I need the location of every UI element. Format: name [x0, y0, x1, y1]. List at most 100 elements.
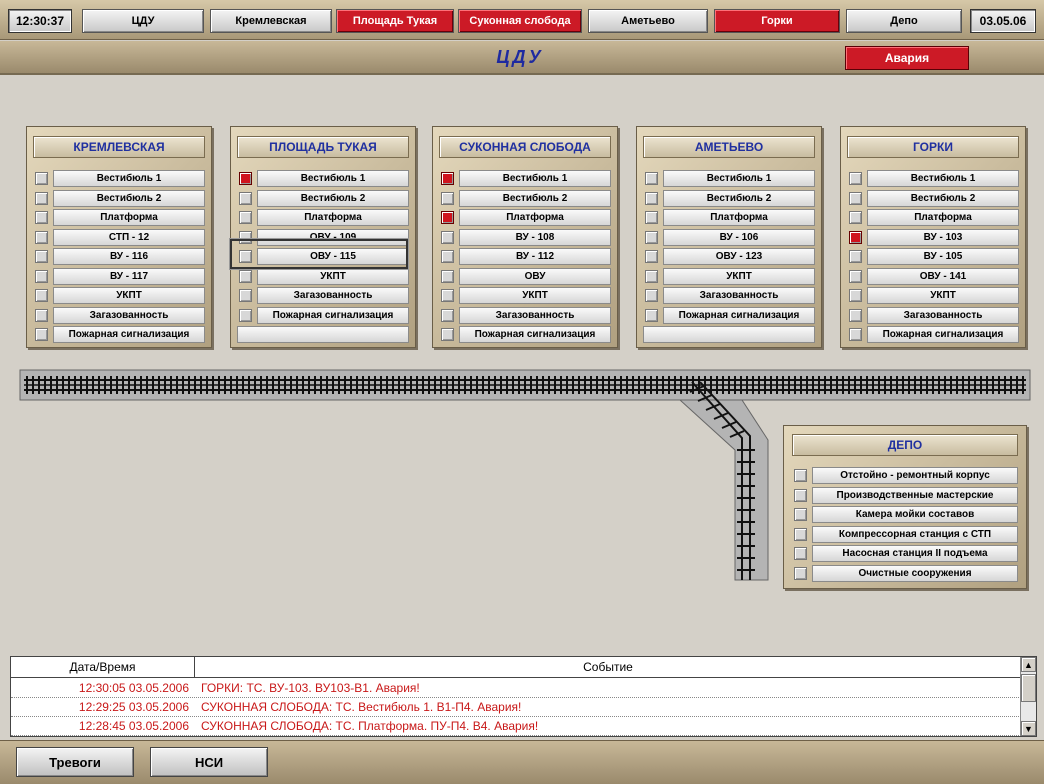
station-item-label[interactable]: Загазованность	[53, 306, 205, 324]
station-item-label[interactable]: Загазованность	[867, 306, 1019, 324]
station-item[interactable]: Загазованность	[237, 286, 409, 306]
station-item-label[interactable]: УКПТ	[663, 267, 815, 285]
station-item[interactable]: ВУ - 106	[643, 228, 815, 248]
depot-item[interactable]: Насосная станция II подъема	[792, 544, 1018, 564]
station-item[interactable]: Вестибюль 1	[439, 169, 611, 189]
depot-item-label[interactable]: Камера мойки составов	[812, 506, 1018, 523]
depot-item[interactable]: Камера мойки составов	[792, 505, 1018, 525]
tab-ploshchad-tukaya[interactable]: Площадь Тукая	[336, 9, 454, 33]
station-item-label[interactable]: СТП - 12	[53, 228, 205, 246]
station-item-label[interactable]: Вестибюль 1	[53, 170, 205, 187]
station-item-label[interactable]: Вестибюль 2	[459, 189, 611, 207]
station-item-label[interactable]	[643, 326, 815, 343]
station-item-label[interactable]: Вестибюль 2	[867, 189, 1019, 207]
station-item-label[interactable]: Платформа	[53, 209, 205, 226]
station-item-label[interactable]: Загазованность	[663, 287, 815, 304]
station-item[interactable]: Вестибюль 2	[847, 189, 1019, 209]
station-item[interactable]: ВУ - 108	[439, 228, 611, 248]
station-item[interactable]: ВУ - 105	[847, 247, 1019, 267]
station-item-label[interactable]: Пожарная сигнализация	[663, 306, 815, 324]
station-item[interactable]: Вестибюль 1	[33, 169, 205, 189]
tab-sukonnaya-sloboda[interactable]: Суконная слобода	[458, 9, 582, 33]
station-item[interactable]: Пожарная сигнализация	[847, 325, 1019, 345]
station-item-label[interactable]: УКПТ	[257, 267, 409, 285]
station-item[interactable]: Загазованность	[439, 306, 611, 326]
station-item[interactable]: ВУ - 103	[847, 228, 1019, 248]
station-item-label[interactable]: Платформа	[257, 209, 409, 226]
station-item[interactable]: Пожарная сигнализация	[33, 325, 205, 345]
station-item-label[interactable]: ОВУ - 141	[867, 267, 1019, 285]
station-item[interactable]: Загазованность	[643, 286, 815, 306]
station-item[interactable]: Вестибюль 1	[237, 169, 409, 189]
station-item[interactable]: СТП - 12	[33, 228, 205, 248]
tab-kremlevskaya[interactable]: Кремлевская	[210, 9, 332, 33]
station-item-label[interactable]: Вестибюль 2	[257, 189, 409, 207]
alarm-button[interactable]: Авария	[845, 46, 969, 70]
station-item-label[interactable]: Вестибюль 2	[53, 189, 205, 207]
depot-item[interactable]: Очистные сооружения	[792, 564, 1018, 584]
log-col-event[interactable]: Событие	[195, 657, 1021, 677]
depot-item-label[interactable]: Компрессорная станция с СТП	[812, 525, 1018, 543]
station-item-label[interactable]: Платформа	[663, 209, 815, 226]
depot-item-label[interactable]: Очистные сооружения	[812, 564, 1018, 582]
station-item[interactable]	[643, 325, 815, 345]
station-item-label[interactable]: Пожарная сигнализация	[459, 326, 611, 343]
station-item-label[interactable]: ВУ - 103	[867, 228, 1019, 246]
station-item[interactable]: ВУ - 112	[439, 247, 611, 267]
station-item[interactable]: ВУ - 116	[33, 247, 205, 267]
log-col-time[interactable]: Дата/Время	[11, 657, 195, 677]
station-item[interactable]: УКПТ	[847, 286, 1019, 306]
station-item-label[interactable]: УКПТ	[53, 287, 205, 304]
station-item[interactable]: Платформа	[33, 208, 205, 228]
depot-item[interactable]: Компрессорная станция с СТП	[792, 525, 1018, 545]
station-title[interactable]: АМЕТЬЕВО	[643, 136, 815, 158]
depot-item-label[interactable]: Производственные мастерские	[812, 486, 1018, 504]
depot-item-label[interactable]: Отстойно - ремонтный корпус	[812, 467, 1018, 484]
station-item[interactable]: ВУ - 117	[33, 267, 205, 287]
station-item[interactable]: Вестибюль 2	[643, 189, 815, 209]
depot-item-label[interactable]: Насосная станция II подъема	[812, 545, 1018, 562]
station-item-label[interactable]: Пожарная сигнализация	[53, 326, 205, 343]
station-item[interactable]: ОВУ	[439, 267, 611, 287]
station-item[interactable]: Платформа	[643, 208, 815, 228]
station-item-label[interactable]: Пожарная сигнализация	[257, 306, 409, 324]
nsi-button[interactable]: НСИ	[150, 747, 268, 777]
station-item-label[interactable]: ВУ - 106	[663, 228, 815, 246]
log-scrollbar[interactable]: ▲ ▼	[1020, 657, 1036, 736]
station-item-label[interactable]: Загазованность	[459, 306, 611, 324]
station-item[interactable]: Вестибюль 2	[33, 189, 205, 209]
station-title[interactable]: СУКОННАЯ СЛОБОДА	[439, 136, 611, 158]
station-item[interactable]: УКПТ	[33, 286, 205, 306]
station-item-label[interactable]	[237, 326, 409, 343]
station-item-label[interactable]: ОВУ - 123	[663, 248, 815, 265]
tab-ametyevo[interactable]: Аметьево	[588, 9, 708, 33]
station-item-label[interactable]: ОВУ	[459, 267, 611, 285]
station-title[interactable]: КРЕМЛЕВСКАЯ	[33, 136, 205, 158]
station-item-label[interactable]: Платформа	[867, 209, 1019, 226]
station-item-label[interactable]: ВУ - 105	[867, 248, 1019, 265]
station-item[interactable]: Вестибюль 2	[237, 189, 409, 209]
alarms-button[interactable]: Тревоги	[16, 747, 134, 777]
station-item-label[interactable]: Пожарная сигнализация	[867, 326, 1019, 343]
station-item-label[interactable]: УКПТ	[459, 287, 611, 304]
station-item-label[interactable]: ВУ - 117	[53, 267, 205, 285]
station-item-label[interactable]: Загазованность	[257, 287, 409, 304]
tab-depo[interactable]: Депо	[846, 9, 962, 33]
station-item-label[interactable]: ВУ - 108	[459, 228, 611, 246]
station-item-label[interactable]: УКПТ	[867, 287, 1019, 304]
station-item[interactable]: Пожарная сигнализация	[237, 306, 409, 326]
station-item-label[interactable]: Платформа	[459, 209, 611, 226]
tab-gorki[interactable]: Горки	[714, 9, 840, 33]
station-item[interactable]: УКПТ	[439, 286, 611, 306]
station-item[interactable]: ОВУ - 123	[643, 247, 815, 267]
station-item[interactable]: ОВУ - 141	[847, 267, 1019, 287]
station-item[interactable]: Загазованность	[847, 306, 1019, 326]
scroll-down-icon[interactable]: ▼	[1021, 721, 1036, 736]
station-item-label[interactable]: Вестибюль 1	[257, 170, 409, 187]
station-item-label[interactable]: Вестибюль 2	[663, 189, 815, 207]
log-row[interactable]: 12:28:45 03.05.2006 СУКОННАЯ СЛОБОДА: ТС.…	[11, 717, 1021, 736]
station-title[interactable]: ПЛОЩАДЬ ТУКАЯ	[237, 136, 409, 158]
log-row[interactable]: 12:30:05 03.05.2006 ГОРКИ: ТС. ВУ-103. ВУ…	[11, 679, 1021, 698]
station-item[interactable]: Платформа	[237, 208, 409, 228]
station-item-label[interactable]: Вестибюль 1	[867, 170, 1019, 187]
